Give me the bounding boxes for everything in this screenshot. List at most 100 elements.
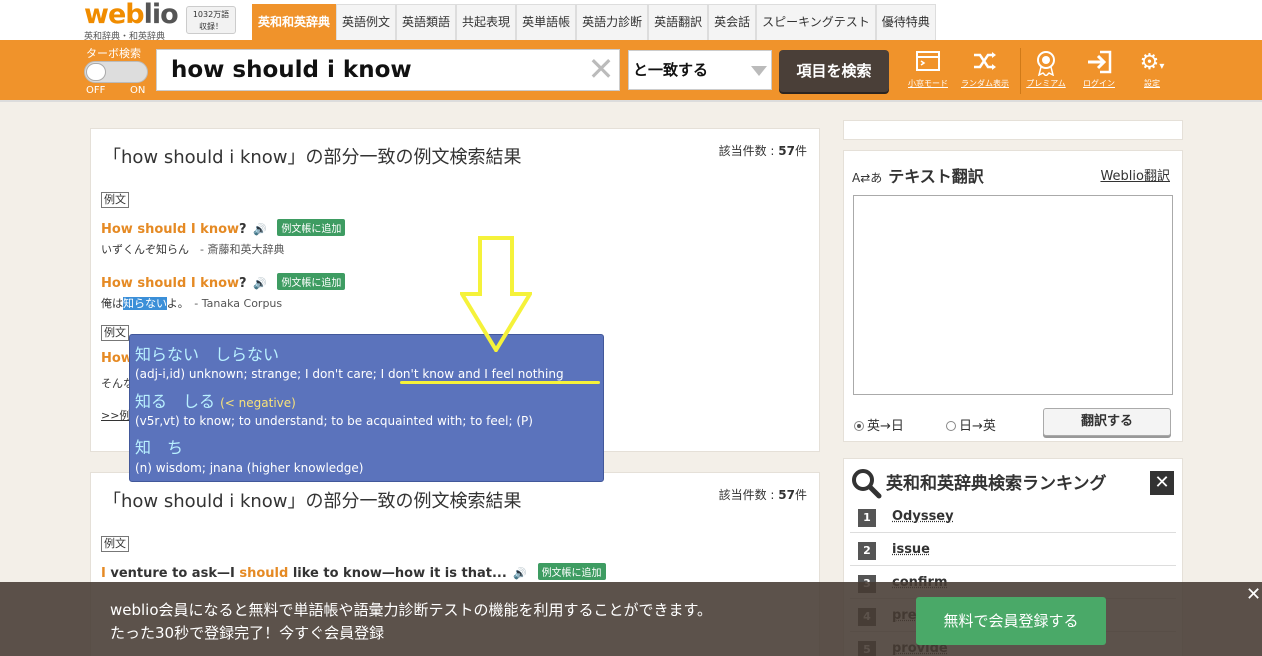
turbo-search-toggle[interactable] xyxy=(84,61,148,83)
match-mode-value: と一致する xyxy=(633,61,709,79)
rank-number: 1 xyxy=(858,509,876,527)
rank-word[interactable]: issue xyxy=(892,542,930,557)
rank-number: 2 xyxy=(858,542,876,560)
count-value: 57 xyxy=(778,144,795,158)
nav-tab-collocations[interactable]: 共起表現 xyxy=(456,4,517,40)
radio-ja-en[interactable]: 日→英 xyxy=(946,415,996,434)
popup-headword: 知らない しらない xyxy=(135,341,279,365)
nav-tab-conversation[interactable]: 英会話 xyxy=(708,4,757,40)
nav-tab-translation[interactable]: 英語翻訳 xyxy=(648,4,709,40)
speaker-icon[interactable]: 🔊 xyxy=(253,223,267,236)
window-mode-button[interactable]: 小窓モード xyxy=(898,50,958,89)
example-highlight[interactable]: should xyxy=(239,566,288,581)
toggle-off-label: OFF xyxy=(86,85,106,96)
example-translation: 俺は知らないよ。 - Tanaka Corpus xyxy=(101,295,282,311)
count-label: 該当件数 : xyxy=(718,488,779,502)
nav-tab-diagnosis[interactable]: 英語力診断 xyxy=(576,4,649,40)
match-mode-select[interactable]: と一致する xyxy=(628,50,772,90)
headword-text: 知らない しらない xyxy=(135,345,280,364)
speaker-icon[interactable]: 🔊 xyxy=(513,567,527,580)
translation-textarea[interactable] xyxy=(853,195,1173,395)
example-rest: ? xyxy=(239,276,247,291)
main-nav: 英和和英辞典 英語例文 英語類語 共起表現 英単語帳 英語力診断 英語翻訳 英会… xyxy=(252,4,936,40)
translation-text: よ。 xyxy=(166,297,184,310)
example-sentence[interactable]: I venture to ask—I should like to know—h… xyxy=(101,563,606,581)
random-label: ランダム表示 xyxy=(961,79,1009,88)
free-signup-button[interactable]: 無料で会員登録する xyxy=(916,597,1106,645)
translation-text: 俺は xyxy=(101,297,123,310)
nav-tab-speaking-test[interactable]: スピーキングテスト xyxy=(756,4,876,40)
ranking-row[interactable]: 2 issue xyxy=(850,534,1176,566)
more-examples-link[interactable]: >>例 xyxy=(101,407,130,423)
nav-tab-wordbook[interactable]: 英単語帳 xyxy=(516,4,577,40)
count-value: 57 xyxy=(778,488,795,502)
nav-tab-thesaurus[interactable]: 英語類語 xyxy=(396,4,457,40)
random-button[interactable]: ランダム表示 xyxy=(955,50,1015,89)
count-unit: 件 xyxy=(794,144,807,158)
result-title: 「how should i know」の部分一致の例文検索結果 xyxy=(103,147,522,168)
radio-en-ja[interactable]: 英→日 xyxy=(854,415,904,434)
example-tag: 例文 xyxy=(101,325,129,341)
close-icon[interactable]: ✕ xyxy=(1246,584,1261,605)
headword-note: (< negative) xyxy=(220,396,296,410)
add-to-wordbook-button[interactable]: 例文帳に追加 xyxy=(277,219,346,236)
radio-selected-icon xyxy=(854,421,864,431)
popup-sense: (n) wisdom; jnana (higher knowledge) xyxy=(135,461,364,475)
example-highlight[interactable]: How should I know xyxy=(101,222,239,237)
banner-submessage: たった30秒で登録完了！今すぐ会員登録 xyxy=(110,624,385,642)
window-icon xyxy=(898,50,958,76)
logo-text: weblio xyxy=(84,0,179,30)
add-to-wordbook-button[interactable]: 例文帳に追加 xyxy=(277,273,346,290)
login-icon xyxy=(1069,50,1129,76)
translate-icon: A⇄あ xyxy=(852,171,883,185)
premium-icon xyxy=(1016,50,1076,77)
translation-title: A⇄あ テキスト翻訳 xyxy=(852,163,984,187)
add-to-wordbook-button[interactable]: 例文帳に追加 xyxy=(537,563,606,580)
speaker-icon[interactable]: 🔊 xyxy=(253,277,267,290)
example-highlight[interactable]: How should I know xyxy=(101,276,239,291)
translation-source[interactable]: - 斎藤和英大辞典 xyxy=(200,243,284,256)
premium-button[interactable]: プレミアム xyxy=(1016,50,1076,89)
dropdown-arrow-icon xyxy=(751,66,767,76)
nav-tab-benefits[interactable]: 優待特典 xyxy=(875,4,936,40)
shuffle-icon xyxy=(955,50,1015,76)
settings-button[interactable]: ⚙▾ 設定 xyxy=(1122,50,1182,89)
headword-text: 知 ち xyxy=(135,438,184,457)
top-bar: weblio 英和辞典・和英辞典 1032万語 収録！ 英和和英辞典 英語例文 … xyxy=(0,0,1262,42)
example-rest: venture to ask—I xyxy=(105,566,240,581)
search-input[interactable]: how should i know xyxy=(156,49,620,91)
weblio-logo[interactable]: weblio 英和辞典・和英辞典 xyxy=(84,0,180,42)
nav-tab-examples[interactable]: 英語例文 xyxy=(336,4,397,40)
signup-banner: weblio会員になると無料で単語帳や語彙力診断テストの機能を利用することができ… xyxy=(0,582,1262,656)
popup-sense: (v5r,vt) to know; to understand; to be a… xyxy=(135,414,533,428)
translation-text: いずくんぞ知らん xyxy=(101,243,189,256)
example-tag: 例文 xyxy=(101,192,129,208)
example-sentence[interactable]: How should I know? 🔊 例文帳に追加 xyxy=(101,219,346,237)
premium-label: プレミアム xyxy=(1026,79,1066,88)
toggle-knob xyxy=(86,63,106,81)
ranking-row[interactable]: 1 Odyssey xyxy=(850,501,1176,533)
word-count-line2: 収録！ xyxy=(199,22,223,31)
gear-icon: ⚙▾ xyxy=(1139,50,1165,75)
result-title: 「how should i know」の部分一致の例文検索結果 xyxy=(103,491,522,512)
login-button[interactable]: ログイン xyxy=(1069,50,1129,89)
example-translation: いずくんぞ知らん - 斎藤和英大辞典 xyxy=(101,241,284,257)
weblio-translate-link[interactable]: Weblio翻訳 xyxy=(1100,165,1170,184)
clear-search-icon[interactable]: ✕ xyxy=(586,53,616,86)
ranking-title: 英和和英辞典検索ランキング xyxy=(886,474,1107,494)
search-button[interactable]: 項目を検索 xyxy=(779,50,889,92)
nav-tab-dictionary[interactable]: 英和和英辞典 xyxy=(252,4,337,40)
example-sentence[interactable]: How should I know? 🔊 例文帳に追加 xyxy=(101,273,346,291)
close-icon[interactable]: ✕ xyxy=(1150,471,1174,495)
count-unit: 件 xyxy=(794,488,807,502)
translation-title-text: テキスト翻訳 xyxy=(888,167,984,186)
banner-message: weblio会員になると無料で単語帳や語彙力診断テストの機能を利用することができ… xyxy=(110,601,713,619)
translate-button[interactable]: 翻訳する xyxy=(1043,408,1171,436)
example-rest: ? xyxy=(239,222,247,237)
popup-headword: 知る しる (< negative) xyxy=(135,388,296,412)
word-count-badge: 1032万語 収録！ xyxy=(186,6,236,34)
search-bar: ターボ検索 OFF ON how should i know ✕ と一致する 項… xyxy=(0,40,1262,102)
rank-word[interactable]: Odyssey xyxy=(892,509,954,524)
translation-source[interactable]: - Tanaka Corpus xyxy=(194,297,282,310)
result-count: 該当件数 : 57件 xyxy=(719,486,807,503)
